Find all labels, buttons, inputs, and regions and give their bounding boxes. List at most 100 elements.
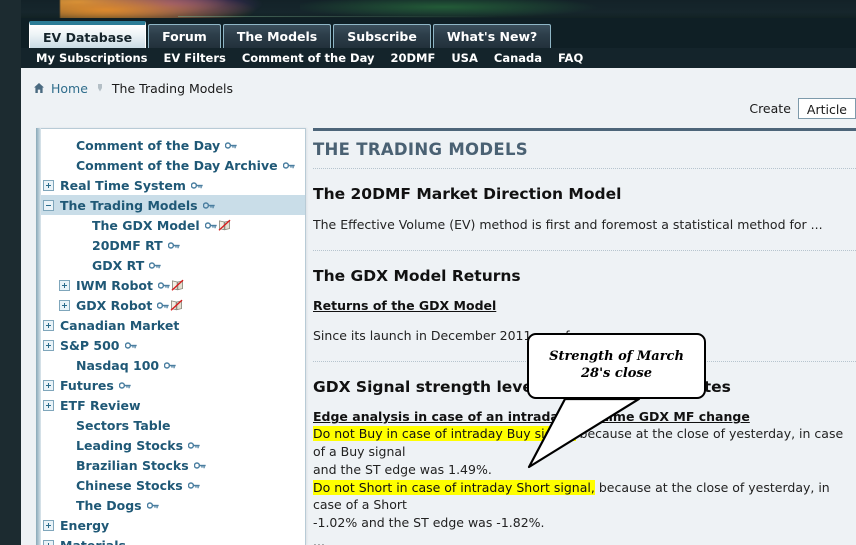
home-icon xyxy=(34,83,44,93)
sidebar-item-label: The Trading Models xyxy=(60,197,198,213)
sidebar-item-label: ETF Review xyxy=(60,397,141,413)
sidebar-item-s-p-500[interactable]: S&P 500 xyxy=(37,335,305,355)
tab-whats-new[interactable]: What's New? xyxy=(432,24,552,48)
subnav-my-subscriptions[interactable]: My Subscriptions xyxy=(36,51,148,65)
sidebar-tree: Comment of the Day Comment of the Day Arc… xyxy=(37,135,305,545)
sidebar-item-label: Futures xyxy=(60,377,114,393)
create-toolbar: Create Article xyxy=(749,98,856,119)
sidebar-item-futures[interactable]: Futures xyxy=(37,375,305,395)
key-icon xyxy=(164,361,176,369)
subnav-20dmf[interactable]: 20DMF xyxy=(390,51,435,65)
sidebar-item-label: The Dogs xyxy=(76,497,142,513)
sidebar-item-label: Real Time System xyxy=(60,177,186,193)
sidebar-item-chinese-stocks[interactable]: Chinese Stocks xyxy=(37,475,305,495)
primary-tabs: EV Database Forum The Models Subscribe W… xyxy=(29,18,553,48)
section-body-20dmf: The Effective Volume (EV) method is firs… xyxy=(313,217,823,232)
sidebar-item-label: The GDX Model xyxy=(92,217,200,233)
expand-toggle-icon[interactable] xyxy=(59,299,70,311)
sidebar-item-the-dogs[interactable]: The Dogs xyxy=(37,495,305,515)
key-icon xyxy=(193,461,206,469)
subnav-canada[interactable]: Canada xyxy=(494,51,542,65)
sidebar-item-label: Brazilian Stocks xyxy=(76,457,189,473)
sidebar-panel: Comment of the Day Comment of the Day Arc… xyxy=(36,128,306,545)
sidebar-item-leading-stocks[interactable]: Leading Stocks xyxy=(37,435,305,455)
expand-toggle-icon[interactable] xyxy=(43,539,54,545)
expand-toggle-icon[interactable] xyxy=(43,379,54,391)
key-icon xyxy=(118,381,131,389)
sidebar-item-20dmf-rt[interactable]: 20DMF RT xyxy=(37,235,305,255)
expand-toggle-icon[interactable] xyxy=(43,519,54,531)
sidebar-item-label: Comment of the Day xyxy=(76,137,221,153)
sidebar-item-nasdaq-100[interactable]: Nasdaq 100 xyxy=(37,355,305,375)
key-icon xyxy=(149,261,161,269)
sidebar-item-label: IWM Robot xyxy=(76,277,153,293)
expand-toggle-icon[interactable] xyxy=(43,339,54,351)
callout-tail xyxy=(527,393,641,469)
sidebar-item-label: S&P 500 xyxy=(60,337,120,353)
sidebar-item-the-gdx-model[interactable]: The GDX Model xyxy=(37,215,305,235)
key-icon xyxy=(188,441,200,449)
key-icon xyxy=(282,161,295,169)
sidebar-item-label: 20DMF RT xyxy=(92,237,163,253)
sidebar-item-label: Sectors Table xyxy=(76,417,171,433)
sidebar-item-real-time-system[interactable]: Real Time System xyxy=(37,175,305,195)
returns-of-gdx-model-link[interactable]: Returns of the GDX Model xyxy=(313,298,856,313)
key-icon xyxy=(187,481,200,489)
sidebar-item-gdx-robot[interactable]: GDX Robot xyxy=(37,295,305,315)
breadcrumb-current: The Trading Models xyxy=(111,80,234,96)
create-type-select[interactable]: Article xyxy=(797,98,856,119)
left-gutter xyxy=(0,0,21,545)
expand-toggle-icon[interactable] xyxy=(59,279,70,291)
tab-the-models[interactable]: The Models xyxy=(222,24,332,48)
sidebar-item-materials[interactable]: Materials xyxy=(37,535,305,545)
sidebar-item-etf-review[interactable]: ETF Review xyxy=(37,395,305,415)
key-icon xyxy=(146,501,159,509)
sidebar-item-label: Chinese Stocks xyxy=(76,477,183,493)
banner-artwork-right xyxy=(300,0,620,20)
subnav-comment-of-the-day[interactable]: Comment of the Day xyxy=(242,51,375,65)
edge-analysis-short-line: Do not Short in case of intraday Short s… xyxy=(313,479,856,515)
sidebar-item-label: GDX Robot xyxy=(76,297,153,313)
expand-toggle-icon[interactable] xyxy=(43,179,54,191)
sidebar-item-gdx-rt[interactable]: GDX RT xyxy=(37,255,305,275)
banner-decorative-line xyxy=(178,16,498,17)
short-signal-highlight: Do not Short in case of intraday Short s… xyxy=(313,479,595,495)
sidebar-item-iwm-robot[interactable]: IWM Robot xyxy=(37,275,305,295)
book-restricted-icon xyxy=(171,279,184,291)
sidebar-item-label: Materials xyxy=(60,537,126,545)
key-icon xyxy=(202,201,215,209)
expand-toggle-icon[interactable] xyxy=(43,319,54,331)
sidebar-item-sectors-table[interactable]: Sectors Table xyxy=(37,415,305,435)
breadcrumb-home-link[interactable]: Home xyxy=(51,81,88,96)
sidebar-item-label: Energy xyxy=(60,517,110,533)
breadcrumb: Home The Trading Models xyxy=(33,80,233,96)
create-label: Create xyxy=(749,101,791,116)
subnav-ev-filters[interactable]: EV Filters xyxy=(164,51,226,65)
collapse-toggle-icon[interactable] xyxy=(43,199,54,211)
sidebar-item-label: Nasdaq 100 xyxy=(76,357,160,373)
subnav-usa[interactable]: USA xyxy=(451,51,478,65)
key-icon xyxy=(225,141,237,149)
chevron-separator-icon xyxy=(97,84,102,92)
sidebar-item-comment-of-the-day[interactable]: Comment of the Day xyxy=(37,135,305,155)
tab-ev-database[interactable]: EV Database xyxy=(29,21,147,48)
expand-toggle-icon[interactable] xyxy=(43,399,54,411)
sidebar-item-label: Leading Stocks xyxy=(76,437,184,453)
sidebar-item-energy[interactable]: Energy xyxy=(37,515,305,535)
key-icon xyxy=(157,281,170,289)
page-title: THE TRADING MODELS xyxy=(313,140,528,159)
edge-analysis-short-line2: -1.02% and the ST edge was -1.82%. xyxy=(313,515,545,530)
sidebar-item-comment-of-the-day-archive[interactable]: Comment of the Day Archive xyxy=(37,155,305,175)
sidebar-item-canadian-market[interactable]: Canadian Market xyxy=(37,315,305,335)
key-icon xyxy=(124,341,137,349)
tab-forum[interactable]: Forum xyxy=(148,24,221,48)
tab-subscribe[interactable]: Subscribe xyxy=(333,24,431,48)
subnav-faq[interactable]: FAQ xyxy=(558,51,583,65)
key-icon xyxy=(204,221,217,229)
sidebar-item-brazilian-stocks[interactable]: Brazilian Stocks xyxy=(37,455,305,475)
primary-tabbar: EV Database Forum The Models Subscribe W… xyxy=(21,18,856,48)
sidebar-left-stripe xyxy=(36,128,41,545)
section-divider-1 xyxy=(313,250,856,252)
sidebar-item-the-trading-models[interactable]: The Trading Models xyxy=(37,195,305,215)
title-divider xyxy=(313,168,856,169)
